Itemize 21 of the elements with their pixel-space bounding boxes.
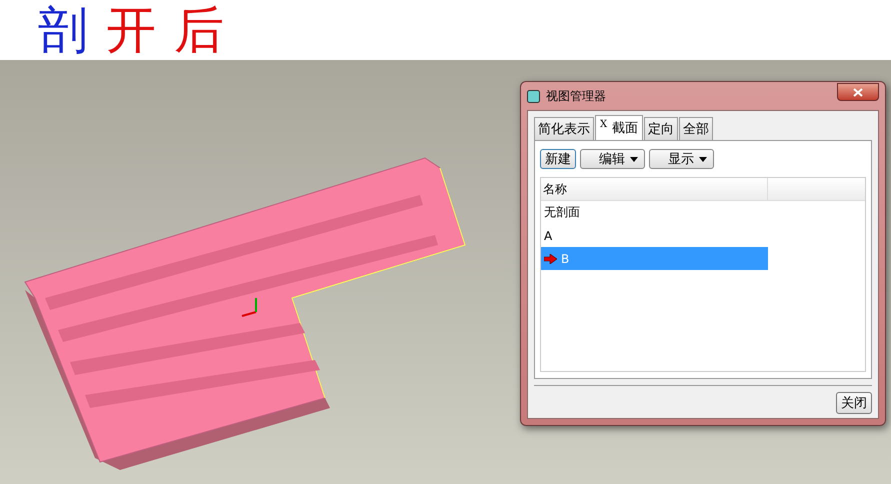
row-label: A	[544, 228, 552, 242]
close-button[interactable]	[837, 83, 879, 101]
new-button[interactable]: 新建	[540, 149, 576, 169]
column-header: 名称	[541, 178, 768, 201]
caret-icon	[630, 156, 638, 162]
tab[interactable]: 全部	[679, 117, 714, 141]
caret-icon	[699, 156, 707, 162]
handwritten-note: 剖开后	[38, 0, 242, 60]
tab[interactable]: X 截面	[595, 115, 644, 141]
row-label: B	[561, 252, 570, 266]
close-icon	[853, 88, 863, 96]
tab[interactable]: 定向	[644, 117, 678, 141]
list-row[interactable]: 无剖面	[541, 201, 768, 224]
close-dialog-button[interactable]: 关闭	[836, 392, 872, 414]
window-icon	[527, 90, 540, 102]
tab[interactable]: 简化表示	[534, 117, 594, 141]
list-row[interactable]: A	[541, 224, 768, 247]
menu-button[interactable]: 编辑	[580, 149, 645, 169]
menu-button[interactable]: 显示	[649, 149, 714, 169]
window-title: 视图管理器	[546, 88, 606, 104]
row-label: 无剖面	[544, 204, 580, 221]
